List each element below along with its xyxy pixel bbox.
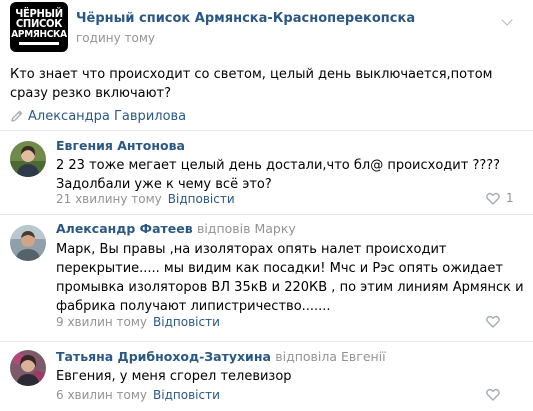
- comment-author-name: Татьяна Дрибноход-Затухина: [56, 349, 271, 364]
- comment-author-name: Евгения Антонова: [56, 138, 185, 153]
- comment-text: Марк, Вы правы ,на изоляторах опять нале…: [56, 242, 524, 314]
- post-header: ЧЁРНЫЙ СПИСОК АРМЯНСКА Чёрный список Арм…: [0, 0, 533, 56]
- post-menu-button[interactable]: [500, 14, 516, 26]
- avatar[interactable]: [10, 225, 46, 261]
- post-text: Кто знает что происходит со светом, целы…: [10, 67, 493, 101]
- reply-to-link[interactable]: відповів Марку: [197, 221, 296, 236]
- pencil-icon: [11, 110, 23, 122]
- like-count: 1: [506, 191, 514, 205]
- comment-author-name: Александр Фатеев: [56, 221, 193, 236]
- logo-line-2: СПИСОК: [15, 18, 63, 30]
- comment-time[interactable]: 21 хвилину тому: [56, 192, 162, 206]
- comment-author-link[interactable]: Евгения Антонова: [56, 138, 185, 153]
- comment-meta: 6 хвилин тому Відповісти: [56, 388, 220, 402]
- comment-meta: 21 хвилину тому Відповісти: [56, 192, 235, 206]
- group-name-link[interactable]: Чёрный список Армянска-Красноперекопска: [76, 11, 415, 26]
- reply-button[interactable]: Відповісти: [153, 388, 220, 402]
- logo-line-3: АРМЯНСКА: [11, 29, 67, 40]
- post-author-signature: Александра Гаврилова: [10, 107, 186, 125]
- heart-icon: [486, 315, 500, 328]
- logo-underline: [19, 41, 59, 45]
- like-button[interactable]: [486, 388, 500, 401]
- comment: Татьяна Дрибноход-Затухина відповіла Евг…: [0, 342, 533, 411]
- reply-to-link[interactable]: відповіла Евгенії: [275, 349, 385, 364]
- comment: Александр Фатеев відповів Марку Марк, Вы…: [0, 215, 533, 341]
- comment-text: Евгения, у меня сгорел телевизор: [56, 369, 292, 384]
- post-time[interactable]: годину тому: [76, 31, 155, 45]
- avatar[interactable]: [10, 350, 46, 386]
- comment-meta: 9 хвилин тому Відповісти: [56, 315, 220, 329]
- comment: Евгения Антонова 2 23 тоже мегает целый …: [0, 131, 533, 214]
- reply-button[interactable]: Відповісти: [168, 192, 235, 206]
- comment-author-link[interactable]: Татьяна Дрибноход-Затухина відповіла Евг…: [56, 349, 386, 364]
- comment-text: 2 23 тоже мегает целый день достали,что …: [56, 158, 501, 192]
- heart-icon: [486, 388, 500, 401]
- chevron-down-icon: [501, 14, 513, 26]
- like-button[interactable]: 1: [486, 191, 514, 205]
- comment-time[interactable]: 9 хвилин тому: [56, 315, 147, 329]
- like-button[interactable]: [486, 315, 500, 328]
- post-author-link[interactable]: Александра Гаврилова: [28, 109, 186, 124]
- reply-button[interactable]: Відповісти: [153, 315, 220, 329]
- comment-author-link[interactable]: Александр Фатеев відповів Марку: [56, 221, 296, 236]
- group-logo[interactable]: ЧЁРНЫЙ СПИСОК АРМЯНСКА: [10, 2, 68, 52]
- heart-icon: [486, 192, 500, 205]
- comment-time[interactable]: 6 хвилин тому: [56, 388, 147, 402]
- avatar[interactable]: [10, 141, 46, 177]
